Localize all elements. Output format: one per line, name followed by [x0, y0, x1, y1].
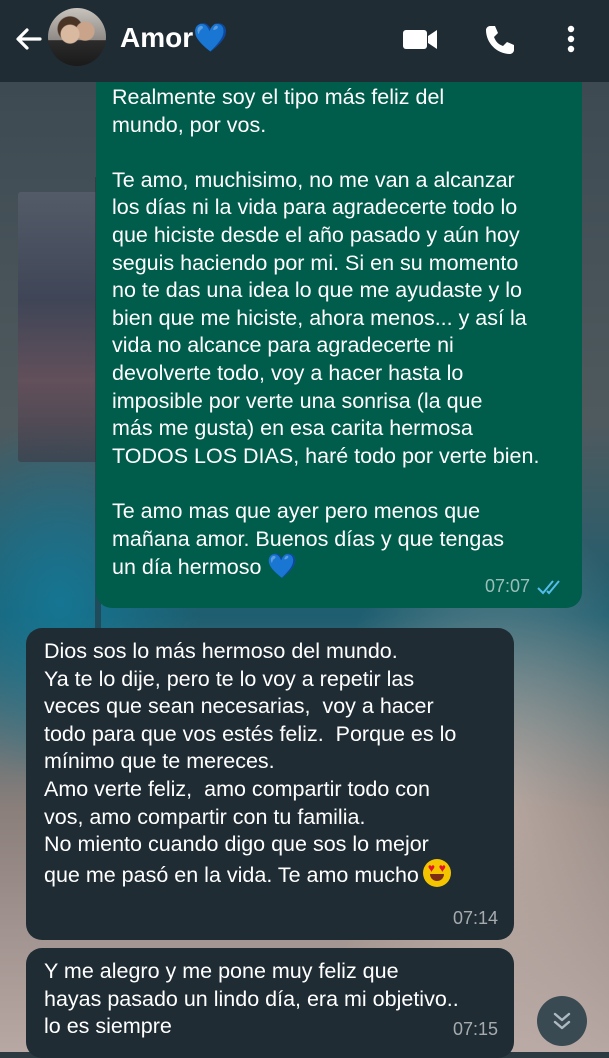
- video-call-button[interactable]: [400, 22, 440, 61]
- outgoing-message[interactable]: Realmente soy el tipo más feliz del mund…: [96, 60, 582, 608]
- message-text: Realmente soy el tipo más feliz del mund…: [112, 85, 540, 580]
- scroll-to-bottom-button[interactable]: [537, 996, 587, 1046]
- menu-dots-icon: [567, 25, 575, 53]
- contact-name[interactable]: Amor💙: [120, 21, 228, 54]
- incoming-message[interactable]: Dios sos lo más hermoso del mundo. Ya te…: [26, 628, 514, 940]
- message-time: 07:07: [484, 576, 530, 597]
- double-chevron-down-icon: [553, 1012, 571, 1030]
- incoming-message[interactable]: Y me alegro y me pone muy feliz que haya…: [26, 948, 514, 1058]
- double-check-read-icon: [537, 580, 560, 595]
- message-meta: 07:14: [453, 905, 498, 933]
- menu-button[interactable]: [556, 22, 586, 63]
- blue-heart-icon: 💙: [193, 22, 228, 53]
- phone-icon: [486, 26, 514, 54]
- chat-header: Amor💙: [0, 0, 609, 82]
- blue-heart-icon: 💙: [267, 553, 298, 581]
- video-call-icon: [403, 30, 437, 49]
- wallpaper-photo-detail: [18, 192, 98, 462]
- heart-eyes-emoji-icon: [422, 858, 451, 887]
- contact-name-text: Amor: [120, 22, 194, 53]
- message-time: 07:15: [452, 1019, 498, 1040]
- message-time: 07:14: [452, 908, 498, 929]
- back-button[interactable]: [12, 22, 46, 56]
- message-meta: 07:07: [485, 573, 566, 601]
- message-meta: 07:15: [453, 1016, 498, 1044]
- avatar[interactable]: [48, 8, 106, 66]
- voice-call-button[interactable]: [482, 22, 518, 63]
- message-text: Dios sos lo más hermoso del mundo. Ya te…: [44, 639, 457, 887]
- back-arrow-icon: [16, 28, 42, 50]
- message-text: Y me alegro y me pone muy feliz que haya…: [44, 959, 459, 1039]
